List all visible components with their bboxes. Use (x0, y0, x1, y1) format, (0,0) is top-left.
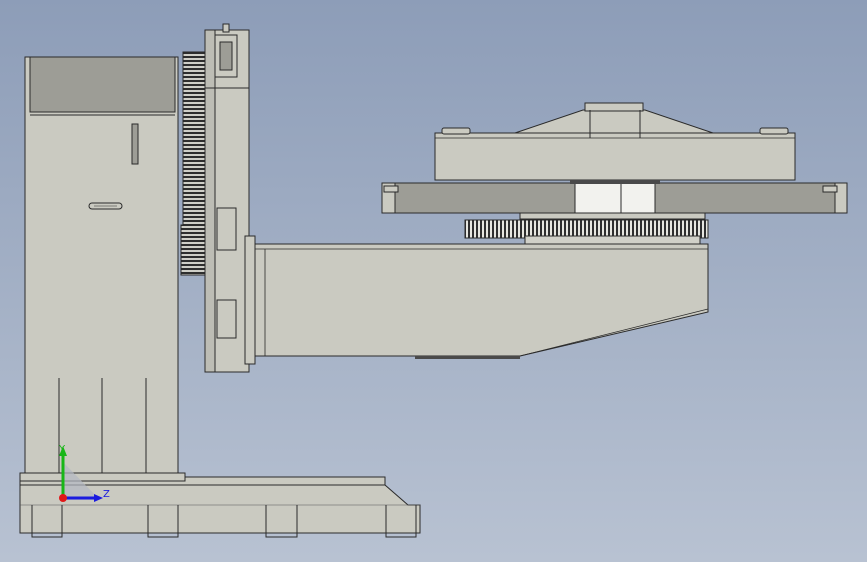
frame-window-upper (216, 207, 237, 251)
column-foot-flange (19, 472, 186, 482)
z-axis-label: Z (103, 489, 110, 500)
tilt-frame-plate[interactable] (204, 23, 256, 373)
worktable-hub (574, 182, 656, 214)
cad-graphics-viewport[interactable]: Y Z (0, 0, 867, 562)
column-housing[interactable] (19, 56, 186, 482)
rotation-gear-ring (464, 219, 709, 245)
worktable-top-housing[interactable] (434, 102, 796, 184)
rotation-arm[interactable] (254, 243, 709, 359)
origin-dot (59, 494, 67, 502)
rotary-worktable[interactable] (381, 182, 848, 220)
y-axis-label: Y (58, 444, 66, 455)
positioner-model-drawing[interactable]: Y Z (0, 0, 867, 562)
column-top-cap (29, 56, 176, 113)
frame-window-lower (216, 299, 237, 339)
slewing-gear-vertical (180, 51, 206, 276)
column-slot (131, 123, 139, 165)
